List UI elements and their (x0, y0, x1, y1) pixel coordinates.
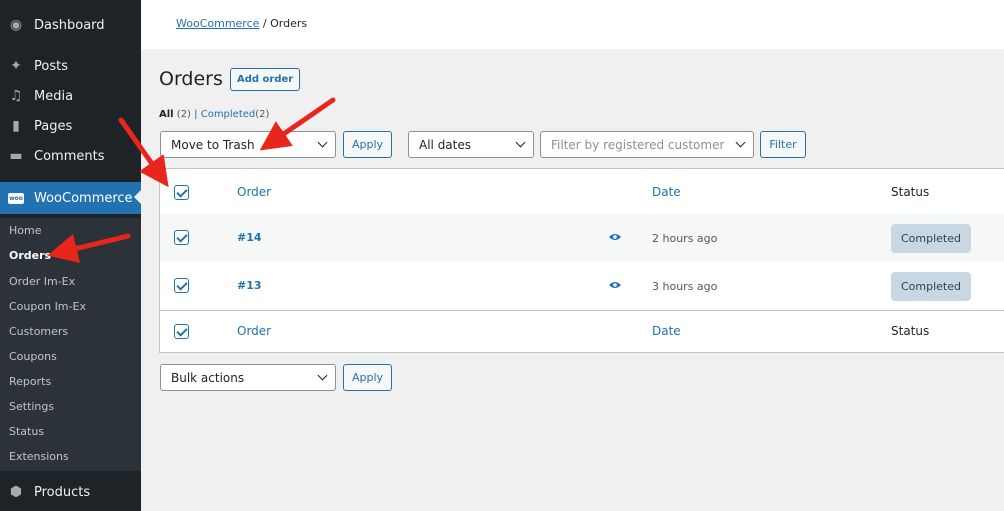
apply-button-top[interactable]: Apply (343, 131, 392, 158)
sidebar-item-label: Media (34, 88, 74, 104)
chevron-down-icon (515, 137, 526, 148)
breadcrumb-separator: / (259, 17, 271, 30)
submenu-item-orders[interactable]: Orders (9, 249, 51, 262)
eye-icon[interactable] (609, 280, 621, 290)
chevron-down-icon (735, 137, 746, 148)
pages-icon: ▮ (12, 118, 20, 134)
woocommerce-submenu: Home Orders Order Im-Ex Coupon Im-Ex Cus… (0, 218, 141, 471)
status-badge: Completed (891, 272, 971, 301)
select-all-checkbox-footer[interactable] (174, 324, 189, 339)
column-footer-status: Status (891, 324, 930, 338)
column-footer-date[interactable]: Date (652, 324, 681, 338)
top-bar: WooCommerce / Orders (141, 0, 1004, 49)
row-checkbox[interactable] (174, 278, 189, 293)
bulk-actions-select-bottom[interactable]: Bulk actions (160, 364, 336, 391)
sidebar-item-dashboard[interactable]: ◉ Dashboard (0, 10, 141, 40)
dashboard-icon: ◉ (9, 17, 23, 33)
row-checkbox[interactable] (174, 230, 189, 245)
submenu-item-extensions[interactable]: Extensions (9, 450, 69, 463)
table-footer-row: Order Date Status (160, 310, 1004, 353)
submenu-item-order-im-ex[interactable]: Order Im-Ex (9, 275, 75, 288)
order-number-link[interactable]: #14 (237, 231, 262, 244)
current-menu-arrow (134, 190, 141, 204)
submenu-item-coupon-im-ex[interactable]: Coupon Im-Ex (9, 300, 86, 313)
apply-button-bottom[interactable]: Apply (343, 364, 392, 391)
filter-completed-link[interactable]: Completed (201, 109, 256, 120)
bulk-actions-select-top[interactable]: Move to Trash (160, 131, 336, 158)
bulk-actions-value: Bulk actions (171, 370, 245, 385)
submenu-item-settings[interactable]: Settings (9, 400, 54, 413)
sidebar-item-pages[interactable]: ▮ Pages (0, 111, 141, 141)
customer-filter-placeholder: Filter by registered customer (551, 137, 725, 152)
sidebar-item-label: Posts (34, 58, 68, 74)
filter-all-link[interactable]: All (159, 109, 174, 120)
sidebar-item-label: Pages (34, 118, 73, 134)
order-date: 3 hours ago (652, 280, 718, 293)
customer-filter-select[interactable]: Filter by registered customer (540, 131, 754, 158)
filter-completed-count: (2) (255, 109, 270, 120)
sidebar-item-posts[interactable]: ✦ Posts (0, 51, 141, 81)
filter-separator: | (194, 109, 198, 120)
comments-icon: ▬ (9, 148, 23, 164)
breadcrumb: WooCommerce / Orders (176, 17, 307, 30)
admin-sidebar: ◉ Dashboard ✦ Posts ♫ Media ▮ Pages ▬ Co… (0, 0, 141, 511)
woo-icon: woo (8, 192, 24, 204)
sidebar-item-label: WooCommerce (34, 190, 133, 206)
sidebar-item-media[interactable]: ♫ Media (0, 81, 141, 111)
breadcrumb-woocommerce-link[interactable]: WooCommerce (176, 17, 259, 30)
date-filter-value: All dates (419, 137, 472, 152)
sidebar-item-label: Comments (34, 148, 105, 164)
breadcrumb-current: Orders (270, 17, 308, 30)
submenu-item-coupons[interactable]: Coupons (9, 350, 57, 363)
products-icon: ⬢ (9, 484, 23, 500)
submenu-item-home[interactable]: Home (9, 224, 41, 237)
chevron-down-icon (317, 370, 328, 381)
media-icon: ♫ (9, 88, 23, 104)
pin-icon: ✦ (10, 58, 22, 74)
filter-all-count: (2) (176, 109, 191, 120)
table-row[interactable]: #13 3 hours ago Completed (160, 262, 1004, 310)
order-number-link[interactable]: #13 (237, 279, 262, 292)
table-header-row: Order Date Status (160, 169, 1004, 217)
filter-button[interactable]: Filter (760, 131, 806, 158)
column-footer-order[interactable]: Order (237, 324, 271, 338)
sidebar-item-label: Dashboard (34, 17, 105, 33)
sidebar-item-label: Products (34, 484, 91, 500)
column-header-order[interactable]: Order (237, 185, 271, 199)
eye-icon[interactable] (609, 232, 621, 242)
sidebar-item-products[interactable]: ⬢ Products (0, 477, 141, 507)
bulk-actions-value: Move to Trash (171, 137, 255, 152)
submenu-item-reports[interactable]: Reports (9, 375, 51, 388)
sidebar-item-woocommerce[interactable]: woo WooCommerce (0, 182, 141, 214)
column-header-status: Status (891, 185, 930, 199)
add-order-button[interactable]: Add order (230, 68, 301, 91)
submenu-item-customers[interactable]: Customers (9, 325, 68, 338)
column-header-date[interactable]: Date (652, 185, 681, 199)
table-row[interactable]: #14 2 hours ago Completed (160, 214, 1004, 262)
select-all-checkbox[interactable] (174, 185, 189, 200)
page-title: Orders (159, 68, 223, 90)
order-date: 2 hours ago (652, 232, 718, 245)
chevron-down-icon (317, 137, 328, 148)
orders-table: Order Date Status #14 2 hours ago Comple… (159, 168, 1004, 353)
status-badge: Completed (891, 224, 971, 253)
date-filter-select[interactable]: All dates (408, 131, 534, 158)
submenu-item-status[interactable]: Status (9, 425, 44, 438)
status-filter-links: All (2) | Completed(2) (159, 109, 269, 120)
sidebar-item-comments[interactable]: ▬ Comments (0, 141, 141, 171)
